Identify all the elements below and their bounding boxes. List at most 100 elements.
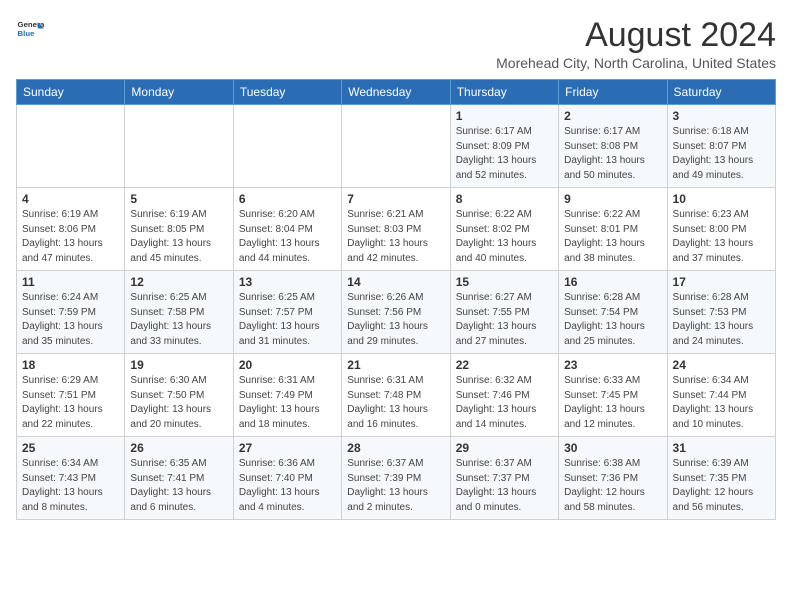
day-number: 25 <box>22 441 119 455</box>
day-number: 3 <box>673 109 770 123</box>
calendar-cell: 25 Sunrise: 6:34 AM Sunset: 7:43 PM Dayli… <box>17 437 125 520</box>
calendar-cell: 24Sunrise: 6:34 AM Sunset: 7:44 PM Dayli… <box>667 354 775 437</box>
header: General Blue August 2024 Morehead City, … <box>16 16 776 71</box>
header-wednesday: Wednesday <box>342 80 450 105</box>
day-number: 21 <box>347 358 444 372</box>
calendar-cell: 11 Sunrise: 6:24 AM Sunset: 7:59 PM Dayli… <box>17 271 125 354</box>
day-info: Sunrise: 6:34 AM Sunset: 7:44 PM Dayligh… <box>673 374 770 432</box>
calendar-cell: 18 Sunrise: 6:29 AM Sunset: 7:51 PM Dayli… <box>17 354 125 437</box>
calendar-cell <box>17 105 125 188</box>
day-number: 7 <box>347 192 444 206</box>
day-info: Sunrise: 6:30 AM Sunset: 7:50 PM Dayligh… <box>130 374 227 432</box>
day-info: Sunrise: 6:27 AM Sunset: 7:55 PM Dayligh… <box>456 291 553 349</box>
header-friday: Friday <box>559 80 667 105</box>
calendar-cell: 26Sunrise: 6:35 AM Sunset: 7:41 PM Dayli… <box>125 437 233 520</box>
calendar-cell: 3 Sunrise: 6:18 AM Sunset: 8:07 PM Daylig… <box>667 105 775 188</box>
day-info: Sunrise: 6:17 AM Sunset: 8:08 PM Dayligh… <box>564 125 661 183</box>
header-monday: Monday <box>125 80 233 105</box>
calendar-cell: 31Sunrise: 6:39 AM Sunset: 7:35 PM Dayli… <box>667 437 775 520</box>
title-area: August 2024 Morehead City, North Carolin… <box>496 16 776 71</box>
day-info: Sunrise: 6:19 AM Sunset: 8:06 PM Dayligh… <box>22 208 119 266</box>
day-number: 11 <box>22 275 119 289</box>
day-number: 17 <box>673 275 770 289</box>
logo-icon: General Blue <box>16 16 44 44</box>
day-number: 9 <box>564 192 661 206</box>
calendar-cell: 14 Sunrise: 6:26 AM Sunset: 7:56 PM Dayli… <box>342 271 450 354</box>
page-subtitle: Morehead City, North Carolina, United St… <box>496 55 776 71</box>
calendar-cell <box>342 105 450 188</box>
calendar-cell <box>125 105 233 188</box>
calendar-cell: 13 Sunrise: 6:25 AM Sunset: 7:57 PM Dayli… <box>233 271 341 354</box>
calendar-week-1: 1 Sunrise: 6:17 AM Sunset: 8:09 PM Daylig… <box>17 105 776 188</box>
day-info: Sunrise: 6:36 AM Sunset: 7:40 PM Dayligh… <box>239 457 336 515</box>
day-info: Sunrise: 6:23 AM Sunset: 8:00 PM Dayligh… <box>673 208 770 266</box>
calendar-cell: 22Sunrise: 6:32 AM Sunset: 7:46 PM Dayli… <box>450 354 558 437</box>
day-info: Sunrise: 6:33 AM Sunset: 7:45 PM Dayligh… <box>564 374 661 432</box>
calendar-cell <box>233 105 341 188</box>
day-info: Sunrise: 6:26 AM Sunset: 7:56 PM Dayligh… <box>347 291 444 349</box>
calendar-cell: 21 Sunrise: 6:31 AM Sunset: 7:48 PM Dayli… <box>342 354 450 437</box>
day-info: Sunrise: 6:28 AM Sunset: 7:53 PM Dayligh… <box>673 291 770 349</box>
day-number: 20 <box>239 358 336 372</box>
calendar-cell: 10 Sunrise: 6:23 AM Sunset: 8:00 PM Dayli… <box>667 188 775 271</box>
calendar-week-2: 4 Sunrise: 6:19 AM Sunset: 8:06 PM Daylig… <box>17 188 776 271</box>
day-info: Sunrise: 6:37 AM Sunset: 7:37 PM Dayligh… <box>456 457 553 515</box>
calendar-cell: 1 Sunrise: 6:17 AM Sunset: 8:09 PM Daylig… <box>450 105 558 188</box>
calendar-cell: 23 Sunrise: 6:33 AM Sunset: 7:45 PM Dayli… <box>559 354 667 437</box>
day-info: Sunrise: 6:22 AM Sunset: 8:01 PM Dayligh… <box>564 208 661 266</box>
calendar-cell: 16 Sunrise: 6:28 AM Sunset: 7:54 PM Dayli… <box>559 271 667 354</box>
header-saturday: Saturday <box>667 80 775 105</box>
calendar-cell: 29Sunrise: 6:37 AM Sunset: 7:37 PM Dayli… <box>450 437 558 520</box>
day-number: 10 <box>673 192 770 206</box>
calendar-cell: 20 Sunrise: 6:31 AM Sunset: 7:49 PM Dayli… <box>233 354 341 437</box>
day-number: 1 <box>456 109 553 123</box>
day-number: 8 <box>456 192 553 206</box>
day-number: 14 <box>347 275 444 289</box>
day-number: 26 <box>130 441 227 455</box>
calendar-cell: 8 Sunrise: 6:22 AM Sunset: 8:02 PM Daylig… <box>450 188 558 271</box>
day-number: 6 <box>239 192 336 206</box>
day-number: 23 <box>564 358 661 372</box>
logo: General Blue <box>16 16 44 44</box>
calendar-cell: 28 Sunrise: 6:37 AM Sunset: 7:39 PM Dayli… <box>342 437 450 520</box>
day-info: Sunrise: 6:25 AM Sunset: 7:58 PM Dayligh… <box>130 291 227 349</box>
calendar-week-3: 11 Sunrise: 6:24 AM Sunset: 7:59 PM Dayli… <box>17 271 776 354</box>
day-number: 16 <box>564 275 661 289</box>
day-info: Sunrise: 6:31 AM Sunset: 7:48 PM Dayligh… <box>347 374 444 432</box>
header-thursday: Thursday <box>450 80 558 105</box>
day-info: Sunrise: 6:22 AM Sunset: 8:02 PM Dayligh… <box>456 208 553 266</box>
day-number: 2 <box>564 109 661 123</box>
day-info: Sunrise: 6:37 AM Sunset: 7:39 PM Dayligh… <box>347 457 444 515</box>
day-info: Sunrise: 6:20 AM Sunset: 8:04 PM Dayligh… <box>239 208 336 266</box>
day-number: 4 <box>22 192 119 206</box>
day-info: Sunrise: 6:18 AM Sunset: 8:07 PM Dayligh… <box>673 125 770 183</box>
day-info: Sunrise: 6:39 AM Sunset: 7:35 PM Dayligh… <box>673 457 770 515</box>
day-number: 19 <box>130 358 227 372</box>
calendar-week-4: 18 Sunrise: 6:29 AM Sunset: 7:51 PM Dayli… <box>17 354 776 437</box>
calendar-cell: 2 Sunrise: 6:17 AM Sunset: 8:08 PM Daylig… <box>559 105 667 188</box>
day-number: 5 <box>130 192 227 206</box>
header-tuesday: Tuesday <box>233 80 341 105</box>
day-info: Sunrise: 6:34 AM Sunset: 7:43 PM Dayligh… <box>22 457 119 515</box>
day-info: Sunrise: 6:25 AM Sunset: 7:57 PM Dayligh… <box>239 291 336 349</box>
calendar-cell: 27Sunrise: 6:36 AM Sunset: 7:40 PM Dayli… <box>233 437 341 520</box>
day-number: 13 <box>239 275 336 289</box>
svg-text:Blue: Blue <box>18 29 36 38</box>
day-info: Sunrise: 6:24 AM Sunset: 7:59 PM Dayligh… <box>22 291 119 349</box>
day-info: Sunrise: 6:38 AM Sunset: 7:36 PM Dayligh… <box>564 457 661 515</box>
day-info: Sunrise: 6:31 AM Sunset: 7:49 PM Dayligh… <box>239 374 336 432</box>
day-number: 28 <box>347 441 444 455</box>
calendar-cell: 6 Sunrise: 6:20 AM Sunset: 8:04 PM Daylig… <box>233 188 341 271</box>
day-info: Sunrise: 6:28 AM Sunset: 7:54 PM Dayligh… <box>564 291 661 349</box>
day-info: Sunrise: 6:21 AM Sunset: 8:03 PM Dayligh… <box>347 208 444 266</box>
day-info: Sunrise: 6:29 AM Sunset: 7:51 PM Dayligh… <box>22 374 119 432</box>
calendar-week-5: 25 Sunrise: 6:34 AM Sunset: 7:43 PM Dayli… <box>17 437 776 520</box>
day-number: 18 <box>22 358 119 372</box>
calendar-header-row: SundayMondayTuesdayWednesdayThursdayFrid… <box>17 80 776 105</box>
day-info: Sunrise: 6:19 AM Sunset: 8:05 PM Dayligh… <box>130 208 227 266</box>
calendar-cell: 15Sunrise: 6:27 AM Sunset: 7:55 PM Dayli… <box>450 271 558 354</box>
day-info: Sunrise: 6:17 AM Sunset: 8:09 PM Dayligh… <box>456 125 553 183</box>
page-title: August 2024 <box>496 16 776 55</box>
calendar-cell: 9 Sunrise: 6:22 AM Sunset: 8:01 PM Daylig… <box>559 188 667 271</box>
calendar-cell: 19 Sunrise: 6:30 AM Sunset: 7:50 PM Dayli… <box>125 354 233 437</box>
